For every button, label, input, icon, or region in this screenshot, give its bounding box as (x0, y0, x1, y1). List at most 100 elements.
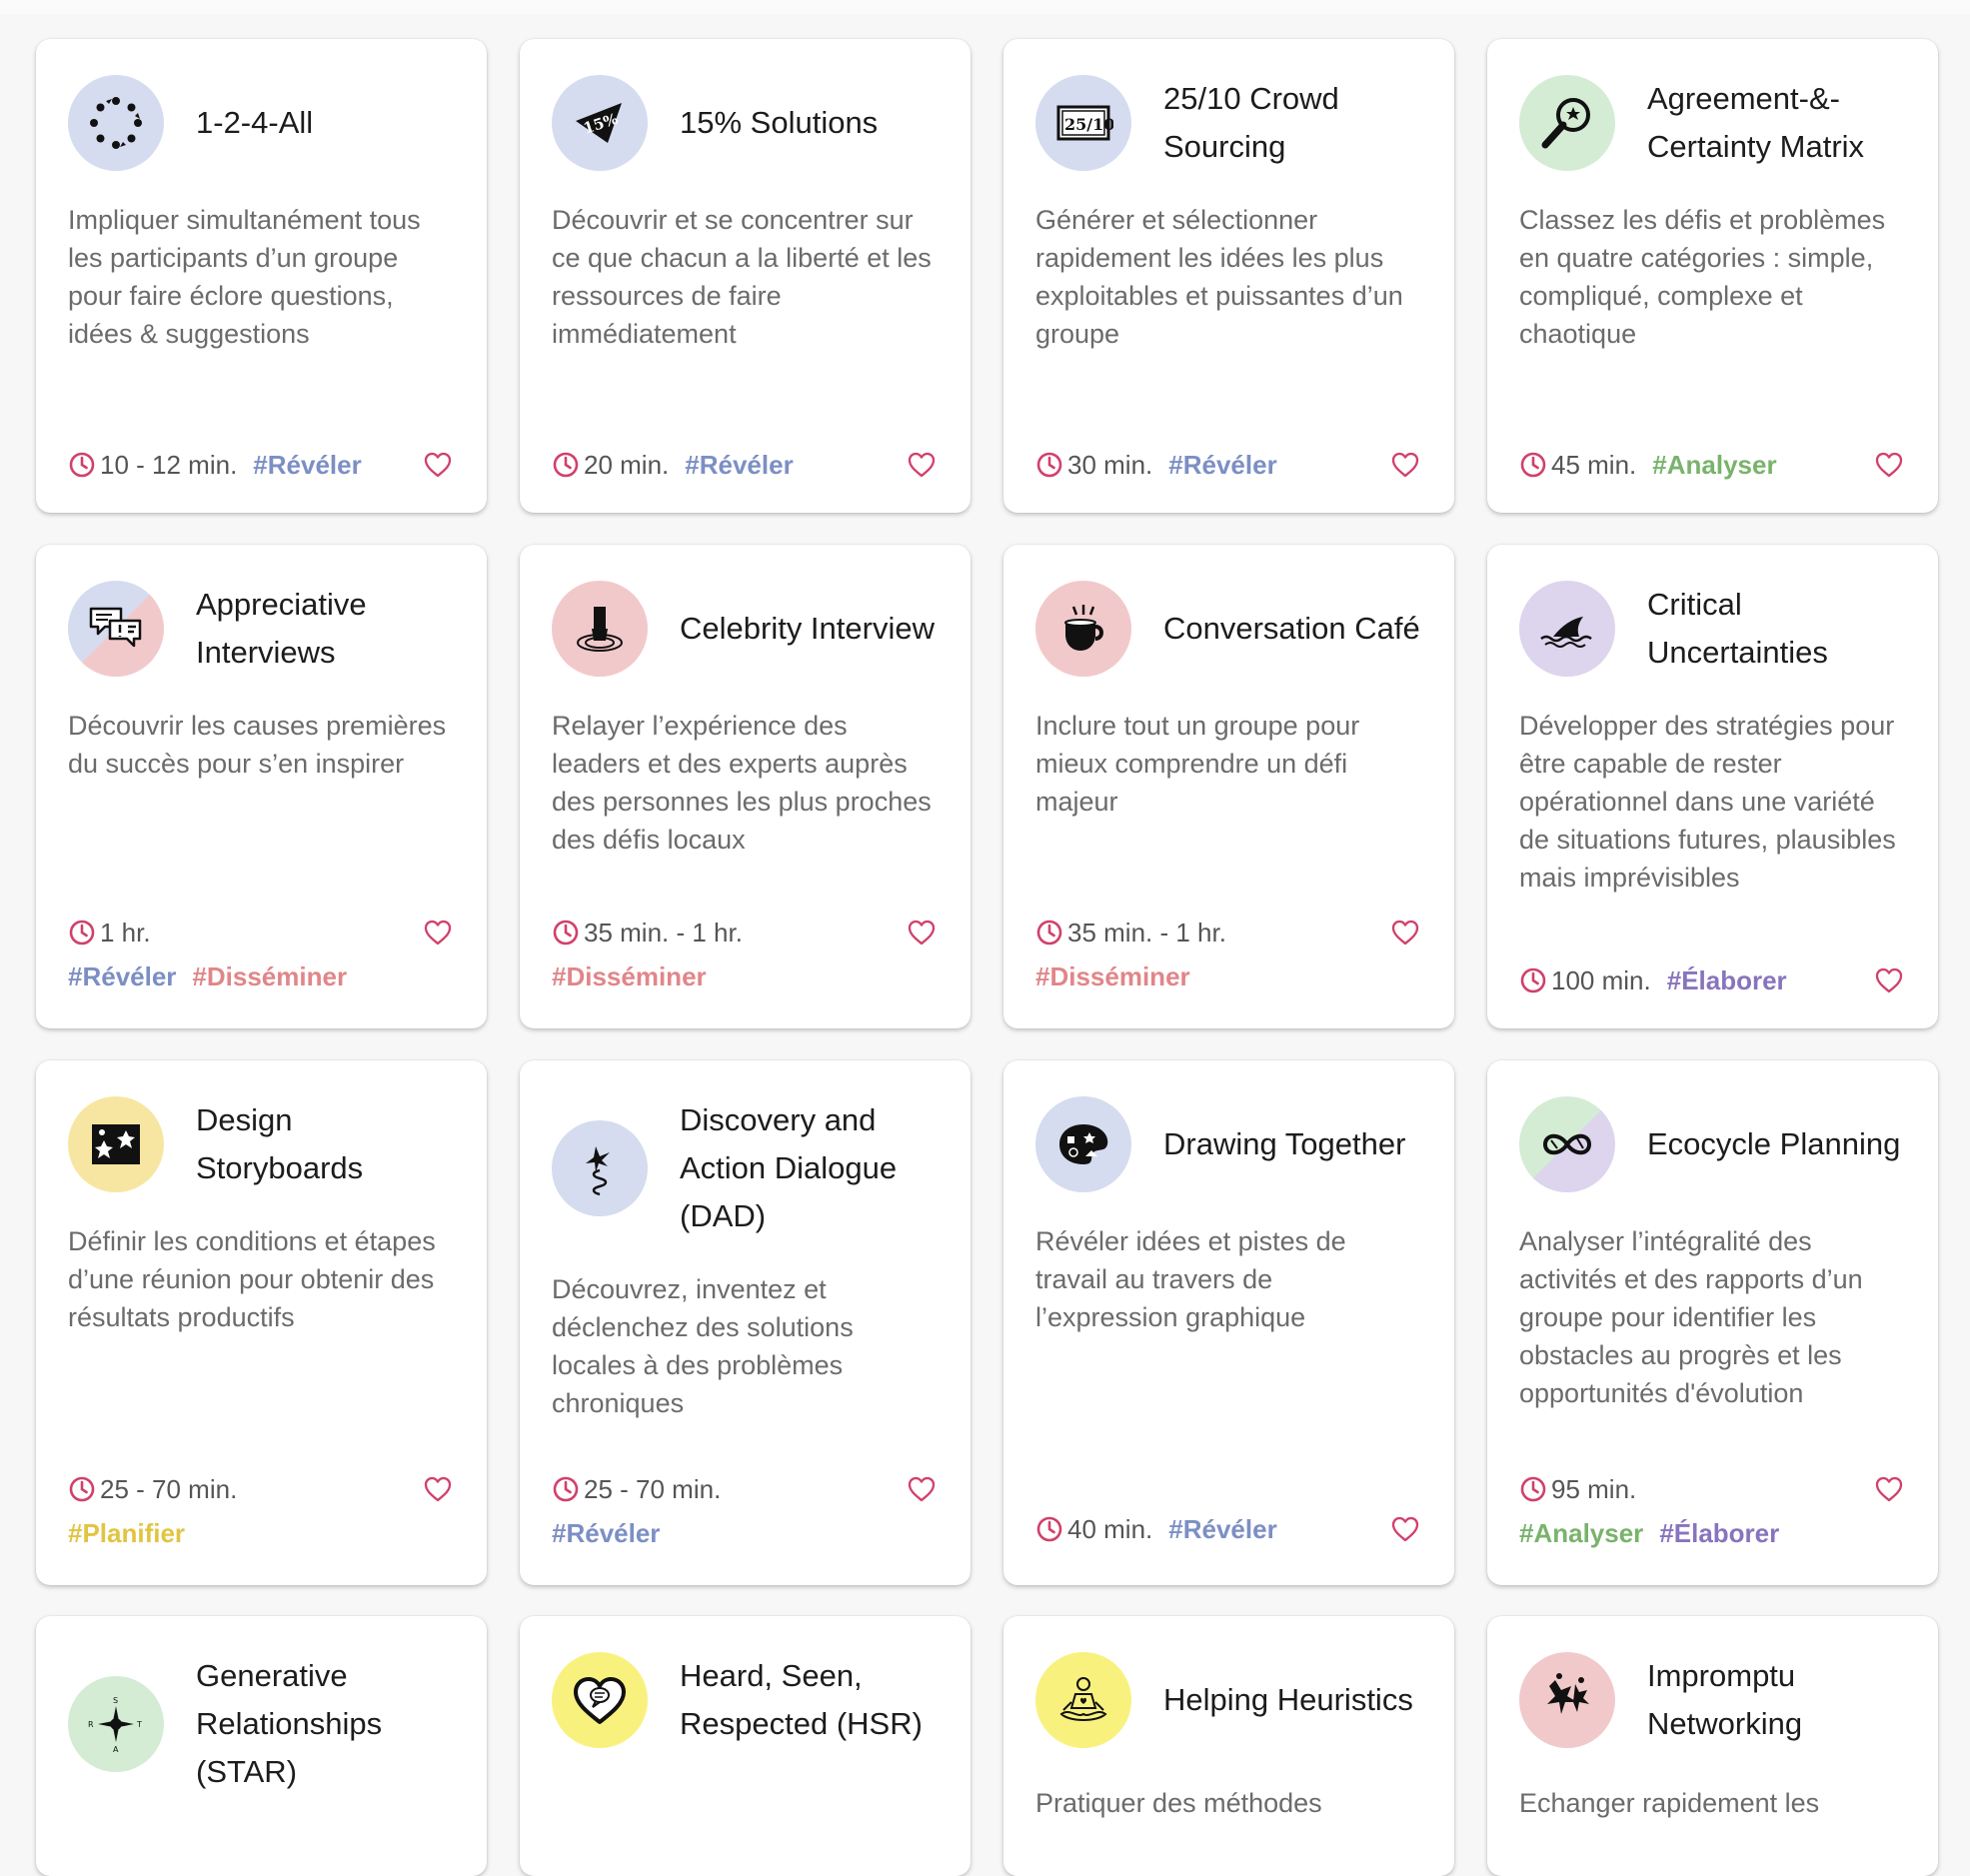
method-card-drawing-together[interactable]: Drawing Together Révéler idées et pistes… (1003, 1060, 1454, 1585)
favorite-heart-icon[interactable] (423, 918, 453, 947)
tag-disseminer[interactable]: #Disséminer (552, 961, 707, 992)
tag-reveler[interactable]: #Révéler (68, 961, 176, 992)
tag-list: #Révéler (552, 1509, 939, 1557)
favorite-heart-icon[interactable] (423, 450, 453, 480)
duration-label: 25 - 70 min. (100, 1473, 238, 1504)
favorite-heart-icon[interactable] (1874, 1474, 1904, 1504)
favorite-heart-icon[interactable] (907, 450, 937, 480)
favorite-heart-icon[interactable] (907, 918, 937, 947)
method-card-discovery-action-dialogue[interactable]: Discovery and Action Dialogue (DAD) Déco… (520, 1060, 971, 1585)
clock-icon (1036, 920, 1062, 945)
method-card-agreement-certainty-matrix[interactable]: Agreement-&-Certainty Matrix Classez les… (1487, 39, 1938, 513)
tag-list: #Planifier (68, 1509, 455, 1557)
card-footer: 35 min. - 1 hr. #Disséminer (1035, 913, 1422, 1000)
method-card-design-storyboards[interactable]: Design Storyboards Définir les condition… (36, 1060, 487, 1585)
chair-icon (552, 581, 648, 677)
top-strip (0, 0, 1970, 14)
tag-reveler[interactable]: #Révéler (253, 450, 361, 481)
duration-label: 35 min. - 1 hr. (584, 917, 743, 947)
card-description: Découvrir et se concentrer sur ce que ch… (552, 205, 932, 349)
tag-list: #Disséminer (552, 952, 939, 1000)
duration: 10 - 12 min. (68, 450, 237, 481)
magnifier-icon (1519, 75, 1615, 171)
fifteen-percent-icon: 15% (552, 75, 648, 171)
duration-label: 30 min. (1067, 449, 1153, 480)
method-card-generative-relationships[interactable]: S R T A Generative Relationships (STAR) (36, 1616, 487, 1876)
method-card-appreciative-interviews[interactable]: Appreciative Interviews Découvrir les ca… (36, 545, 487, 1028)
card-header: Appreciative Interviews (68, 581, 455, 677)
card-header: 1-2-4-All (68, 75, 455, 171)
svg-text:A: A (113, 1745, 119, 1754)
favorite-heart-icon[interactable] (1874, 450, 1904, 480)
card-header: Conversation Café (1035, 581, 1422, 677)
clock-icon (69, 452, 95, 478)
method-card-helping-heuristics[interactable]: Helping Heuristics Pratiquer des méthode… (1003, 1616, 1454, 1876)
method-card-15-solutions[interactable]: 15% 15% Solutions Découvrir et se concen… (520, 39, 971, 513)
svg-text:25/10: 25/10 (1064, 115, 1113, 134)
compass-star-icon: S R T A (68, 1676, 164, 1772)
tag-analyser[interactable]: #Analyser (1652, 450, 1776, 481)
card-title: Ecocycle Planning (1647, 1126, 1901, 1161)
card-footer: 25 - 70 min. #Révéler (552, 1469, 939, 1557)
card-description: Pratiquer des méthodes (1035, 1788, 1322, 1818)
method-card-impromptu-networking[interactable]: Impromptu Networking Echanger rapidement… (1487, 1616, 1938, 1876)
duration: 25 - 70 min. (552, 1474, 721, 1505)
tag-reveler[interactable]: #Révéler (552, 1518, 660, 1549)
tag-disseminer[interactable]: #Disséminer (192, 961, 347, 992)
favorite-heart-icon[interactable] (907, 1474, 937, 1504)
method-card-1-2-4-all[interactable]: 1-2-4-All Impliquer simultanément tous l… (36, 39, 487, 513)
method-card-heard-seen-respected[interactable]: Heard, Seen, Respected (HSR) (520, 1616, 971, 1876)
card-description: Analyser l’intégralité des activités et … (1519, 1226, 1863, 1408)
tag-analyser[interactable]: #Analyser (1519, 1518, 1643, 1549)
tag-planifier[interactable]: #Planifier (68, 1518, 185, 1549)
clock-icon (553, 452, 579, 478)
duration-label: 10 - 12 min. (100, 449, 238, 480)
card-title: Agreement-&-Certainty Matrix (1647, 81, 1865, 164)
tag-disseminer[interactable]: #Disséminer (1035, 961, 1190, 992)
clock-icon (1036, 452, 1062, 478)
card-header: Ecocycle Planning (1519, 1096, 1906, 1192)
tag-reveler[interactable]: #Révéler (1168, 1514, 1276, 1545)
duration: 45 min. (1519, 450, 1636, 481)
favorite-heart-icon[interactable] (1390, 1514, 1420, 1544)
card-title: Impromptu Networking (1647, 1658, 1803, 1741)
card-description: Impliquer simultanément tous les partici… (68, 205, 421, 349)
tag-reveler[interactable]: #Révéler (1168, 450, 1276, 481)
card-header: Critical Uncertainties (1519, 581, 1906, 677)
duration: 20 min. (552, 450, 669, 481)
running-figures-icon (1519, 1652, 1615, 1748)
card-footer: 30 min. #Révéler (1035, 445, 1422, 485)
card-footer: 45 min. #Analyser (1519, 445, 1906, 485)
speech-bubbles-icon (68, 581, 164, 677)
heart-speech-icon (552, 1652, 648, 1748)
card-description: Découvrir les causes premières du succès… (68, 711, 447, 779)
favorite-heart-icon[interactable] (1874, 965, 1904, 995)
method-card-conversation-cafe[interactable]: Conversation Café Inclure tout un groupe… (1003, 545, 1454, 1028)
duration-label: 40 min. (1067, 1513, 1153, 1544)
clock-icon (1520, 1476, 1546, 1502)
tag-reveler[interactable]: #Révéler (685, 450, 793, 481)
tag-elaborer[interactable]: #Élaborer (1659, 1518, 1779, 1549)
favorite-heart-icon[interactable] (1390, 918, 1420, 947)
circle-of-dots-icon (68, 75, 164, 171)
card-header: Agreement-&-Certainty Matrix (1519, 75, 1906, 171)
favorite-heart-icon[interactable] (1390, 450, 1420, 480)
card-footer: 10 - 12 min. #Révéler (68, 445, 455, 485)
jack-in-box-icon (552, 1120, 648, 1216)
clock-icon (1520, 452, 1546, 478)
favorite-heart-icon[interactable] (423, 1474, 453, 1504)
tag-elaborer[interactable]: #Élaborer (1667, 965, 1787, 996)
method-card-critical-uncertainties[interactable]: Critical Uncertainties Développer des st… (1487, 545, 1938, 1028)
method-card-25-10-crowd-sourcing[interactable]: 25/10 25/10 Crowd Sourcing Générer et sé… (1003, 39, 1454, 513)
method-card-celebrity-interview[interactable]: Celebrity Interview Relayer l’expérience… (520, 545, 971, 1028)
duration-label: 45 min. (1551, 449, 1637, 480)
method-card-ecocycle-planning[interactable]: Ecocycle Planning Analyser l’intégralité… (1487, 1060, 1938, 1585)
card-header: Helping Heuristics (1035, 1652, 1422, 1748)
card-footer: 20 min. #Révéler (552, 445, 939, 485)
card-header: 15% 15% Solutions (552, 75, 939, 171)
card-header: S R T A Generative Relationships (STAR) (68, 1652, 455, 1796)
card-footer: 25 - 70 min. #Planifier (68, 1469, 455, 1557)
card-title: Design Storyboards (196, 1102, 364, 1185)
card-description: Découvrez, inventez et déclenchez des so… (552, 1274, 854, 1418)
clock-icon (1520, 967, 1546, 993)
